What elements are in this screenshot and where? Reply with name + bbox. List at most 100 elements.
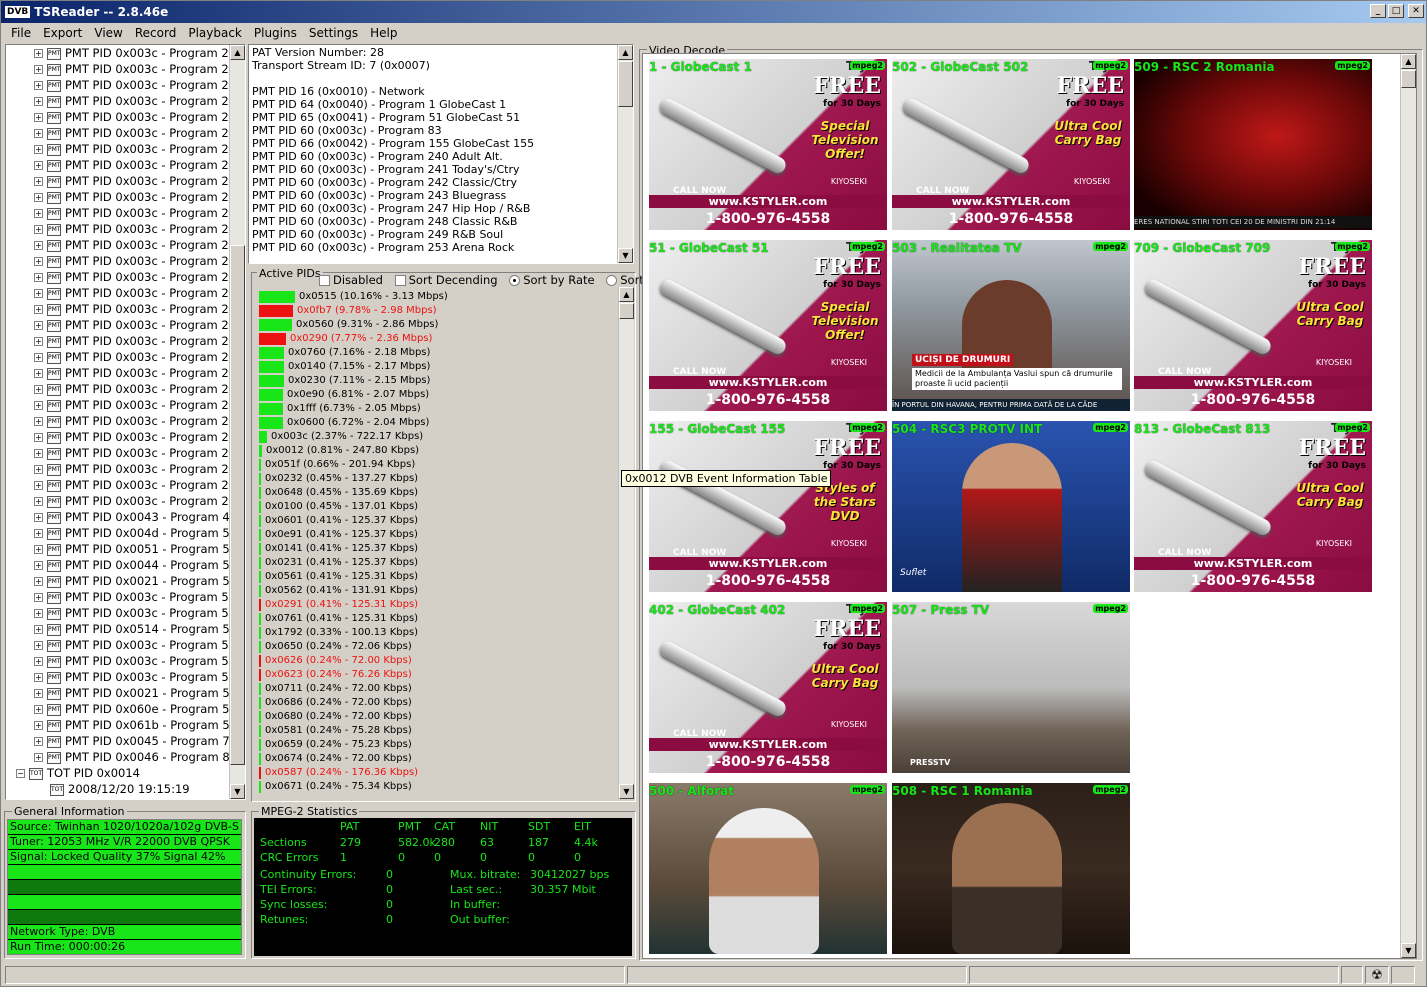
tree-item[interactable]: + PMT PMT PID 0x003c - Program 294 bbox=[34, 477, 243, 493]
expand-icon[interactable]: + bbox=[34, 337, 43, 346]
pid-row[interactable]: 0x0290 (7.77% - 2.36 Mbps) bbox=[259, 332, 432, 346]
program-tree[interactable]: + PMT PMT PID 0x003c - Program 260 + PMT PMT … bbox=[5, 44, 246, 800]
expand-icon[interactable]: + bbox=[34, 705, 43, 714]
expand-icon[interactable]: + bbox=[34, 65, 43, 74]
tree-item[interactable]: + PMT PMT PID 0x003c - Program 285 bbox=[34, 381, 243, 397]
pid-row[interactable]: 0x0659 (0.24% - 75.23 Kbps) bbox=[259, 738, 412, 752]
tree-item[interactable]: + PMT PMT PID 0x003c - Program 506 bbox=[34, 605, 243, 621]
scroll-up-arrow-icon[interactable]: ▲ bbox=[230, 45, 245, 60]
pid-row[interactable]: 0x0671 (0.24% - 75.34 Kbps) bbox=[259, 780, 412, 794]
scroll-thumb[interactable] bbox=[619, 303, 634, 319]
tree-item[interactable]: + PMT PMT PID 0x003c - Program 280 bbox=[34, 301, 243, 317]
pid-row[interactable]: 0x0230 (7.11% - 2.15 Mbps) bbox=[259, 374, 430, 388]
pat-scrollbar[interactable]: ▲ ▼ bbox=[617, 45, 633, 263]
pid-row[interactable]: 0x0686 (0.24% - 72.00 Kbps) bbox=[259, 696, 412, 710]
pid-row[interactable]: 0x0562 (0.41% - 131.91 Kbps) bbox=[259, 584, 418, 598]
video-scrollbar[interactable]: ▲ ▼ bbox=[1400, 54, 1416, 958]
expand-icon[interactable]: + bbox=[34, 113, 43, 122]
expand-icon[interactable]: + bbox=[34, 721, 43, 730]
tree-item[interactable]: + PMT PMT PID 0x003c - Program 278 bbox=[34, 269, 243, 285]
scroll-up-arrow-icon[interactable]: ▲ bbox=[619, 287, 634, 302]
pid-row[interactable]: 0x0761 (0.41% - 125.31 Kbps) bbox=[259, 612, 418, 626]
expand-icon[interactable]: + bbox=[34, 385, 43, 394]
tree-item[interactable]: + PMT PMT PID 0x003c - Program 277 bbox=[34, 253, 243, 269]
tree-item[interactable]: + PMT PMT PID 0x003c - Program 264 bbox=[34, 109, 243, 125]
tree-item[interactable]: + PMT PMT PID 0x004d - Program 500 bbox=[34, 525, 244, 541]
tree-item[interactable]: + PMT PMT PID 0x003c - Program 286 bbox=[34, 397, 243, 413]
expand-icon[interactable]: + bbox=[34, 737, 43, 746]
tree-item[interactable]: + PMT PMT PID 0x0046 - Program 813 bbox=[34, 749, 244, 765]
tree-item[interactable]: + PMT PMT PID 0x003c - Program 509 bbox=[34, 653, 243, 669]
tree-item[interactable]: + PMT PMT PID 0x003c - Program 275 bbox=[34, 221, 243, 237]
tree-item[interactable]: + PMT PMT PID 0x0514 - Program 507 bbox=[34, 621, 244, 637]
tree-item[interactable]: + PMT PMT PID 0x003c - Program 263 bbox=[34, 93, 243, 109]
expand-icon[interactable]: + bbox=[34, 241, 43, 250]
sort-rate-radio[interactable] bbox=[509, 275, 521, 286]
expand-icon[interactable]: + bbox=[34, 609, 43, 618]
expand-icon[interactable]: + bbox=[34, 321, 43, 330]
scroll-up-arrow-icon[interactable]: ▲ bbox=[618, 45, 633, 60]
tree-item[interactable]: + PMT PMT PID 0x003c - Program 261 bbox=[34, 61, 243, 77]
menu-plugins[interactable]: Plugins bbox=[248, 23, 303, 43]
tree-item[interactable]: + PMT PMT PID 0x003c - Program 271 bbox=[34, 189, 243, 205]
pid-scrollbar[interactable]: ▲ ▼ bbox=[618, 287, 634, 799]
expand-icon[interactable]: + bbox=[34, 625, 43, 634]
scroll-up-arrow-icon[interactable]: ▲ bbox=[1401, 54, 1416, 69]
expand-icon[interactable]: + bbox=[34, 545, 43, 554]
pid-row[interactable]: 0x0626 (0.24% - 72.00 Kbps) bbox=[259, 654, 412, 668]
tree-item[interactable]: + PMT PMT PID 0x003c - Program 292 bbox=[34, 445, 243, 461]
tree-item[interactable]: + PMT PMT PID 0x003c - Program 281 bbox=[34, 317, 243, 333]
video-tile[interactable]: PRESSTV 507 - Press TV mpeg2 bbox=[892, 602, 1130, 773]
maximize-button[interactable]: □ bbox=[1388, 4, 1404, 18]
expand-icon[interactable]: + bbox=[34, 257, 43, 266]
expand-icon[interactable]: + bbox=[34, 481, 43, 490]
scroll-down-arrow-icon[interactable]: ▼ bbox=[230, 784, 245, 799]
video-tile[interactable]: Try ItFREEfor 30 DaysSpecial Television … bbox=[649, 59, 887, 230]
pid-row[interactable]: 0x051f (0.66% - 201.94 Kbps) bbox=[259, 458, 415, 472]
pid-row[interactable]: 0x0581 (0.24% - 75.28 Kbps) bbox=[259, 724, 412, 738]
sort-desc-checkbox[interactable] bbox=[394, 275, 406, 286]
pid-list[interactable]: 0x0515 (10.16% - 3.13 Mbps) 0x0fb7 (9.78%… bbox=[253, 287, 634, 799]
close-button[interactable]: ✕ bbox=[1408, 4, 1424, 18]
menu-playback[interactable]: Playback bbox=[182, 23, 248, 43]
expand-icon[interactable]: + bbox=[34, 129, 43, 138]
video-tile[interactable]: 508 - RSC 1 Romania mpeg2 bbox=[892, 783, 1130, 954]
video-tile[interactable]: Try ItFREEfor 30 DaysUltra Cool Carry Ba… bbox=[1134, 421, 1372, 592]
scroll-thumb[interactable] bbox=[618, 61, 633, 107]
tree-item[interactable]: + PMT PMT PID 0x0021 - Program 503 bbox=[34, 573, 244, 589]
expand-icon[interactable]: + bbox=[34, 305, 43, 314]
sort-pid-radio[interactable] bbox=[606, 275, 618, 286]
expand-icon[interactable]: + bbox=[34, 433, 43, 442]
tree-item[interactable]: + PMT PMT PID 0x003c - Program 508 bbox=[34, 637, 243, 653]
pid-row[interactable]: 0x0601 (0.41% - 125.37 Kbps) bbox=[259, 514, 418, 528]
tree-item[interactable]: + PMT PMT PID 0x003c - Program 274 bbox=[34, 205, 243, 221]
pid-row[interactable]: 0x0515 (10.16% - 3.13 Mbps) bbox=[259, 290, 448, 304]
pid-row[interactable]: 0x0100 (0.45% - 137.01 Kbps) bbox=[259, 500, 418, 514]
menu-settings[interactable]: Settings bbox=[303, 23, 364, 43]
scroll-down-arrow-icon[interactable]: ▼ bbox=[619, 784, 634, 799]
video-tile[interactable]: UCIȘI DE DRUMURI Medicii de la Ambulanța … bbox=[892, 240, 1130, 411]
expand-icon[interactable]: + bbox=[34, 193, 43, 202]
video-tile[interactable]: ERES NATIONAL STIRI TOTI CEI 20 DE MINIS… bbox=[1134, 59, 1372, 230]
expand-icon[interactable]: + bbox=[34, 529, 43, 538]
pid-row[interactable]: 0x0140 (7.15% - 2.17 Mbps) bbox=[259, 360, 430, 374]
pid-row[interactable]: 0x0680 (0.24% - 72.00 Kbps) bbox=[259, 710, 412, 724]
tree-item[interactable]: + PMT PMT PID 0x003c - Program 295 bbox=[34, 493, 243, 509]
expand-icon[interactable]: + bbox=[34, 673, 43, 682]
expand-icon[interactable]: + bbox=[34, 497, 43, 506]
tree-item[interactable]: + PMT PMT PID 0x003c - Program 283 bbox=[34, 349, 243, 365]
menu-view[interactable]: View bbox=[88, 23, 128, 43]
scroll-thumb[interactable] bbox=[230, 245, 245, 765]
tree-item-tot-time[interactable]: TOT 2008/12/20 19:15:19 bbox=[50, 781, 190, 797]
minimize-button[interactable]: _ bbox=[1370, 4, 1386, 18]
pid-row[interactable]: 0x0648 (0.45% - 135.69 Kbps) bbox=[259, 486, 418, 500]
tree-item[interactable]: + PMT PMT PID 0x003c - Program 262 bbox=[34, 77, 243, 93]
pid-row[interactable]: 0x1792 (0.33% - 100.13 Kbps) bbox=[259, 626, 418, 640]
tree-item[interactable]: + PMT PMT PID 0x003c - Program 282 bbox=[34, 333, 243, 349]
scroll-down-arrow-icon[interactable]: ▼ bbox=[1401, 943, 1416, 958]
video-tile[interactable]: Try ItFREEfor 30 DaysUltra Cool Carry Ba… bbox=[892, 59, 1130, 230]
video-tile[interactable]: 500 - Alforat mpeg2 bbox=[649, 783, 887, 954]
menu-record[interactable]: Record bbox=[129, 23, 182, 43]
expand-icon[interactable]: + bbox=[34, 81, 43, 90]
expand-icon[interactable]: + bbox=[34, 353, 43, 362]
